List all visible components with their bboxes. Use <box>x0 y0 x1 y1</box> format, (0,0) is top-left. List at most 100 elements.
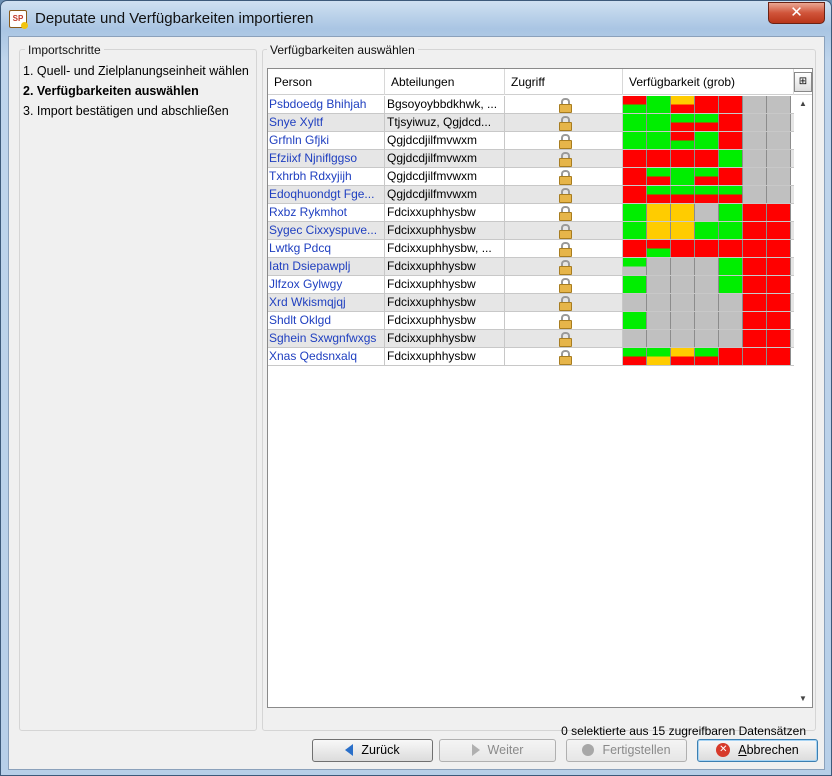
availability-block <box>719 294 743 311</box>
table-row[interactable]: Edoqhuondgt Fge... Qgjdcdjilfmvwxm <box>268 186 794 204</box>
table-row[interactable]: Sygec Cixxyspuve... Fdcixxuphhysbw <box>268 222 794 240</box>
person-cell[interactable]: Shdlt Oklgd <box>268 312 385 329</box>
table-row[interactable]: Xnas Qedsnxalq Fdcixxuphhysbw <box>268 348 794 366</box>
arrow-right-icon <box>471 743 480 756</box>
availability-block <box>767 96 791 113</box>
availability-block <box>719 186 743 203</box>
lock-icon <box>558 134 572 149</box>
department-cell: Fdcixxuphhysbw <box>385 222 505 239</box>
column-chooser-icon[interactable]: ⊞ <box>794 72 812 92</box>
scroll-up-icon[interactable]: ▲ <box>794 96 812 112</box>
availability-block <box>743 168 767 185</box>
table-header: Person Abteilungen Zugriff Verfügbarkeit… <box>268 69 812 95</box>
person-cell[interactable]: Xrd Wkismqjqj <box>268 294 385 311</box>
availability-block <box>647 330 671 347</box>
table-row[interactable]: Jlfzox Gylwgy Fdcixxuphhysbw <box>268 276 794 294</box>
availability-block <box>647 186 671 203</box>
availability-block <box>623 168 647 185</box>
scroll-down-icon[interactable]: ▼ <box>794 691 812 707</box>
person-cell[interactable]: Jlfzox Gylwgy <box>268 276 385 293</box>
table-row[interactable]: Efziixf Njniflggso Qgjdcdjilfmvwxm <box>268 150 794 168</box>
finish-label: Fertigstellen <box>602 743 671 757</box>
table-row[interactable]: Txhrbh Rdxyjijh Qgjdcdjilfmvwxm <box>268 168 794 186</box>
person-cell[interactable]: Rxbz Rykmhot <box>268 204 385 221</box>
person-cell[interactable]: Grfnln Gfjki <box>268 132 385 149</box>
app-logo-icon: SP <box>9 10 28 29</box>
availability-cell <box>623 348 794 365</box>
availability-cell <box>623 222 794 239</box>
person-cell[interactable]: Psbdoedg Bhihjah <box>268 96 385 113</box>
availability-block <box>623 240 647 257</box>
availability-cell <box>623 294 794 311</box>
access-cell <box>505 240 623 257</box>
cancel-button[interactable]: ✕ Abbrechen <box>697 739 818 762</box>
column-availability[interactable]: Verfügbarkeit (grob) <box>623 69 794 95</box>
column-access[interactable]: Zugriff <box>505 69 623 95</box>
availability-cell <box>623 204 794 221</box>
person-cell[interactable]: Sygec Cixxyspuve... <box>268 222 385 239</box>
title-bar[interactable]: SP Deputate und Verfügbarkeiten importie… <box>1 1 831 35</box>
table-row[interactable]: Xrd Wkismqjqj Fdcixxuphhysbw <box>268 294 794 312</box>
availability-block <box>695 240 719 257</box>
availability-block <box>695 276 719 293</box>
lock-icon <box>558 350 572 365</box>
availability-cell <box>623 240 794 257</box>
availability-block <box>743 294 767 311</box>
column-person[interactable]: Person <box>268 69 385 95</box>
person-cell[interactable]: Lwtkg Pdcq <box>268 240 385 257</box>
person-cell[interactable]: Efziixf Njniflggso <box>268 150 385 167</box>
availability-cell <box>623 150 794 167</box>
availability-block <box>647 132 671 149</box>
table-row[interactable]: Rxbz Rykmhot Fdcixxuphhysbw <box>268 204 794 222</box>
table-row[interactable]: Psbdoedg Bhihjah Bgsoyoybbdkhwk, ... <box>268 96 794 114</box>
access-cell <box>505 168 623 185</box>
person-cell[interactable]: Sghein Sxwgnfwxgs <box>268 330 385 347</box>
table-row[interactable]: Lwtkg Pdcq Fdcixxuphhysbw, ... <box>268 240 794 258</box>
person-cell[interactable]: Iatn Dsiepawplj <box>268 258 385 275</box>
person-cell[interactable]: Xnas Qedsnxalq <box>268 348 385 365</box>
import-steps-panel: Importschritte 1. Quell- und Zielplanung… <box>19 43 257 731</box>
column-departments[interactable]: Abteilungen <box>385 69 505 95</box>
person-cell[interactable]: Edoqhuondgt Fge... <box>268 186 385 203</box>
access-cell <box>505 312 623 329</box>
access-cell <box>505 132 623 149</box>
availability-block <box>695 168 719 185</box>
availability-block <box>647 312 671 329</box>
table-row[interactable]: Grfnln Gfjki Qgjdcdjilfmvwxm <box>268 132 794 150</box>
availability-table: Person Abteilungen Zugriff Verfügbarkeit… <box>267 68 813 708</box>
availability-block <box>743 96 767 113</box>
department-cell: Fdcixxuphhysbw <box>385 312 505 329</box>
person-cell[interactable]: Snye Xyltf <box>268 114 385 131</box>
table-row[interactable]: Shdlt Oklgd Fdcixxuphhysbw <box>268 312 794 330</box>
availability-block <box>671 258 695 275</box>
table-row[interactable]: Snye Xyltf Ttjsyiwuz, Qgjdcd... <box>268 114 794 132</box>
table-row[interactable]: Iatn Dsiepawplj Fdcixxuphhysbw <box>268 258 794 276</box>
department-cell: Bgsoyoybbdkhwk, ... <box>385 96 505 113</box>
vertical-scrollbar[interactable]: ▲ ▼ <box>794 96 812 707</box>
table-row[interactable]: Sghein Sxwgnfwxgs Fdcixxuphhysbw <box>268 330 794 348</box>
availability-block <box>719 150 743 167</box>
next-button[interactable]: Weiter <box>439 739 556 762</box>
step-1: 1. Quell- und Zielplanungseinheit wählen <box>23 64 249 78</box>
department-cell: Fdcixxuphhysbw <box>385 204 505 221</box>
availability-cell <box>623 186 794 203</box>
department-cell: Qgjdcdjilfmvwxm <box>385 168 505 185</box>
person-cell[interactable]: Txhrbh Rdxyjijh <box>268 168 385 185</box>
availability-block <box>743 330 767 347</box>
access-cell <box>505 330 623 347</box>
availability-block <box>767 258 791 275</box>
availability-block <box>695 96 719 113</box>
department-cell: Fdcixxuphhysbw <box>385 276 505 293</box>
back-button[interactable]: Zurück <box>312 739 433 762</box>
finish-button[interactable]: Fertigstellen <box>566 739 687 762</box>
availability-block <box>695 222 719 239</box>
close-button[interactable]: ✕ <box>768 2 825 24</box>
availability-cell <box>623 312 794 329</box>
availability-block <box>647 348 671 365</box>
availability-block <box>647 222 671 239</box>
availability-block <box>767 150 791 167</box>
availability-block <box>719 222 743 239</box>
availability-block <box>767 132 791 149</box>
availability-cell <box>623 132 794 149</box>
access-cell <box>505 348 623 365</box>
